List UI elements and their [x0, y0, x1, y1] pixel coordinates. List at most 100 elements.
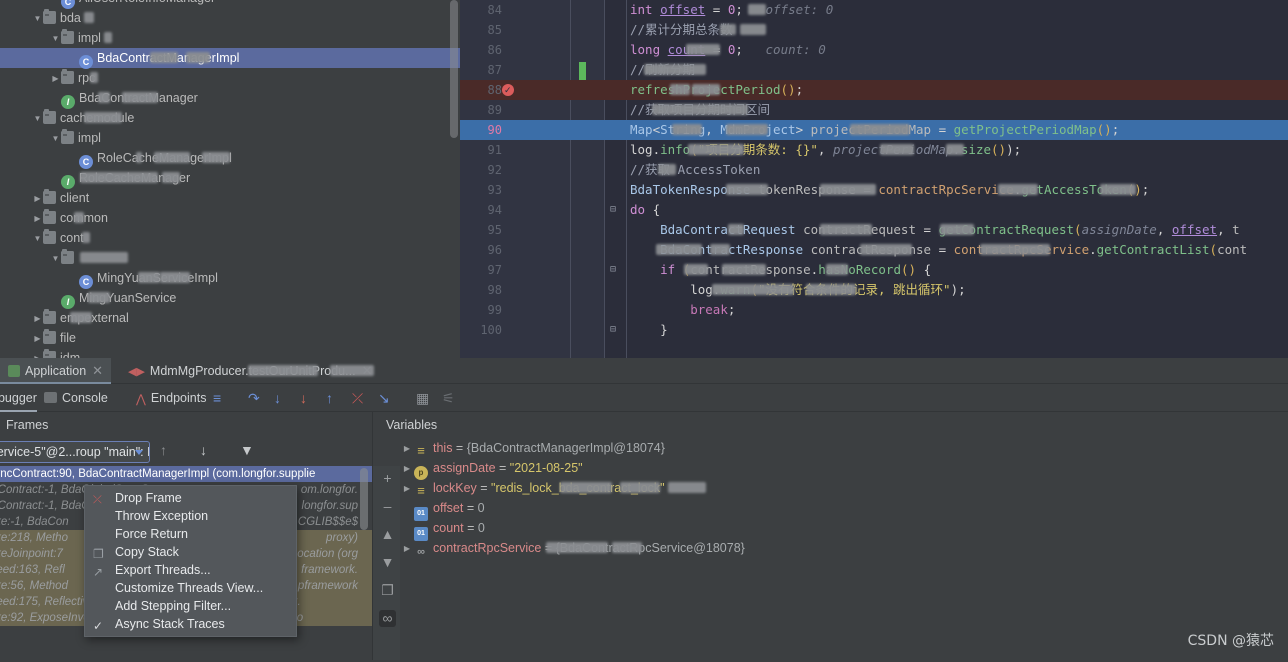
tree-item[interactable]: ▶I MingYuanService [0, 288, 460, 309]
editor-line[interactable]: 99 break; [460, 300, 1288, 320]
tree-expand-arrow[interactable]: ▶ [50, 89, 61, 109]
tree-expand-arrow[interactable]: ▼ [32, 229, 43, 249]
editor-line[interactable]: 96 BdaContractResponse contractResponse … [460, 240, 1288, 260]
tree-item[interactable]: ▼ cachemodule [0, 108, 460, 128]
menu-item-async-stack-traces[interactable]: ✓ Async Stack Traces [85, 615, 296, 633]
force-step-into-icon[interactable]: ↓ [300, 384, 307, 412]
editor-line[interactable]: 91 log.info("项目分期条数: {}", projectPeriodMa… [460, 140, 1288, 160]
tree-expand-arrow[interactable]: ▼ [50, 129, 61, 149]
tree-expand-arrow[interactable]: ▶ [32, 189, 43, 209]
tree-expand-arrow[interactable]: ▶ [32, 309, 43, 329]
tree-expand-arrow[interactable]: ▶ [32, 209, 43, 229]
tree-item[interactable]: ▶CAllUserRoleInfoManager [0, 0, 460, 9]
variable-row[interactable]: ▶ ≡ this = {BdaContractManagerImpl@18074} [400, 438, 1288, 458]
code-fold-icon[interactable]: ⊟ [606, 200, 620, 220]
add-watch-button[interactable]: + [379, 470, 396, 487]
debug-tab-application[interactable]: Application ✕ [0, 358, 112, 384]
expand-arrow-icon[interactable]: ▶ [400, 439, 414, 459]
editor-line[interactable]: 90 Map<String, MdmProject> projectPeriodM… [460, 120, 1288, 140]
tree-expand-arrow[interactable]: ▶ [50, 69, 61, 89]
menu-item-export-threads[interactable]: ↗ Export Threads... [85, 561, 296, 579]
frames-context-menu[interactable]: ⤫ Drop Frame Throw Exception Force Return ❐ C… [84, 485, 297, 637]
tree-expand-arrow[interactable]: ▼ [32, 109, 43, 129]
editor-line[interactable]: 85 //累计分期总条数 [460, 20, 1288, 40]
variable-row[interactable]: ▶01offset = 0 [400, 498, 1288, 521]
editor-line[interactable]: 94 ⊟ do { [460, 200, 1288, 220]
project-tree-panel[interactable]: ▶CAllUserRoleInfoManager▼bda▼impl▶CBdaCo… [0, 0, 460, 358]
copy-value-button[interactable]: ❐ [379, 582, 396, 599]
tree-item[interactable]: ▶C RoleCacheManagerImpl [0, 148, 460, 169]
frame-up-icon[interactable]: ↑ [160, 442, 167, 458]
editor-line[interactable]: 98 log.warn("没有符合条件的记录, 跳出循环"); [460, 280, 1288, 300]
menu-item-add-stepping-filter[interactable]: Add Stepping Filter... [85, 597, 296, 615]
menu-item-throw-exception[interactable]: Throw Exception [85, 507, 296, 525]
project-tree-scrollbar[interactable] [450, 0, 458, 138]
tree-item[interactable]: ▶ rpc [0, 68, 460, 88]
move-down-button[interactable]: ▼ [379, 554, 396, 571]
tab-endpoints[interactable]: ⋀ Endpoints [136, 384, 206, 412]
settings-icon[interactable]: ⚟ [442, 384, 455, 412]
variable-row[interactable]: ▶ ≡ lockKey = "redis_lock_bda_contract_loc… [400, 478, 1288, 498]
filter-icon[interactable]: ▼ [240, 442, 254, 458]
menu-item-drop-frame[interactable]: ⤫ Drop Frame [85, 489, 296, 507]
thread-selector[interactable]: "Mdm-Project-Sync-Service-5"@2...roup "m… [0, 441, 150, 463]
editor-line[interactable]: 95 BdaContractRequest contractRequest = … [460, 220, 1288, 240]
editor-line[interactable]: 87 //刷新分期 [460, 60, 1288, 80]
tree-item[interactable]: ▶I RoleCacheManager [0, 168, 460, 189]
editor-line[interactable]: 97 ⊟ if (contractResponse.hasNoRecord() { [460, 260, 1288, 280]
step-out-icon[interactable]: ↑ [326, 384, 333, 412]
editor-line[interactable]: 100 ⊟ } [460, 320, 1288, 340]
tree-item[interactable]: ▼ impl [0, 128, 460, 148]
editor-line[interactable]: 89 //获取项目分期时间区间 [460, 100, 1288, 120]
tree-item[interactable]: ▼ [0, 248, 460, 268]
tree-expand-arrow[interactable]: ▼ [50, 249, 61, 269]
code-fold-icon[interactable]: ⊟ [606, 320, 620, 340]
editor-line[interactable]: 84 int offset = 0; offset: 0 [460, 0, 1288, 20]
variables-list[interactable]: ▶ ≡ this = {BdaContractManagerImpl@18074} ▶… [400, 438, 1288, 660]
expand-arrow-icon[interactable]: ▶ [400, 499, 414, 519]
tree-expand-arrow[interactable]: ▶ [50, 169, 61, 189]
code-fold-icon[interactable]: ⊟ [606, 260, 620, 280]
remove-watch-button[interactable]: – [379, 498, 396, 515]
tree-expand-arrow[interactable]: ▶ [68, 149, 79, 169]
editor-line[interactable]: 86 long count = 0; count: 0 [460, 40, 1288, 60]
expand-arrow-icon[interactable]: ▶ [400, 459, 414, 479]
tree-expand-arrow[interactable]: ▶ [32, 349, 43, 358]
tree-expand-arrow[interactable]: ▶ [50, 289, 61, 309]
tree-item[interactable]: ▶ common [0, 208, 460, 228]
tree-item-selected[interactable]: ▶C BdaContractManagerImpl [0, 48, 460, 69]
tree-item[interactable]: ▶I BdaContractManager [0, 88, 460, 109]
editor-line[interactable]: 88 refreshProjectPeriod(); [460, 80, 1288, 101]
evaluate-expression-icon[interactable]: ▦ [416, 384, 429, 412]
step-over-icon[interactable]: ↷ [248, 384, 260, 412]
variable-row[interactable]: ▶ p assignDate = "2021-08-25" [400, 458, 1288, 480]
variable-row[interactable]: ▶ ∞ contractRpcService = {BdaContractRpcSe… [400, 538, 1288, 558]
variable-row[interactable]: ▶01count = 0 [400, 518, 1288, 541]
editor-line[interactable]: 92 //获取 AccessToken [460, 160, 1288, 180]
mute-breakpoints-icon[interactable]: ≡ [213, 384, 221, 412]
tree-expand-arrow[interactable]: ▼ [50, 29, 61, 49]
menu-item-copy-stack[interactable]: ❐ Copy Stack [85, 543, 296, 561]
tree-expand-arrow[interactable]: ▶ [68, 49, 79, 69]
close-icon[interactable]: ✕ [92, 363, 103, 378]
frame-item-selected[interactable]: doSyncContract:90, BdaContractManagerImp… [0, 466, 372, 482]
menu-item-force-return[interactable]: Force Return [85, 525, 296, 543]
expand-arrow-icon[interactable]: ▶ [400, 539, 414, 559]
tree-expand-arrow[interactable]: ▼ [32, 9, 43, 29]
tree-item[interactable]: ▼ impl [0, 28, 460, 48]
menu-item-customize-threads-view[interactable]: Customize Threads View... [85, 579, 296, 597]
step-into-icon[interactable]: ↓ [274, 384, 281, 412]
tree-item[interactable]: ▼ cont [0, 228, 460, 248]
drop-frame-icon[interactable]: ⤫ [352, 384, 363, 412]
tree-item[interactable]: ▼ bda [0, 8, 460, 28]
frames-scrollbar[interactable] [360, 468, 368, 530]
editor-line[interactable]: 93 BdaTokenResponse tokenResponse = contr… [460, 180, 1288, 200]
expand-arrow-icon[interactable]: ▶ [400, 519, 414, 539]
debug-tab-test[interactable]: ◀▶ MdmMgProducer.testOurUnitProdu... ✕ [120, 358, 380, 384]
watches-toggle-button[interactable]: ∞ [379, 610, 396, 627]
tree-item[interactable]: ▶C MingYuanServiceImpl [0, 268, 460, 289]
tree-expand-arrow[interactable]: ▶ [32, 329, 43, 349]
tree-item[interactable]: ▶ idm [0, 348, 460, 358]
tab-debugger[interactable]: Debugger [0, 384, 37, 412]
tree-item[interactable]: ▶ client [0, 188, 460, 208]
